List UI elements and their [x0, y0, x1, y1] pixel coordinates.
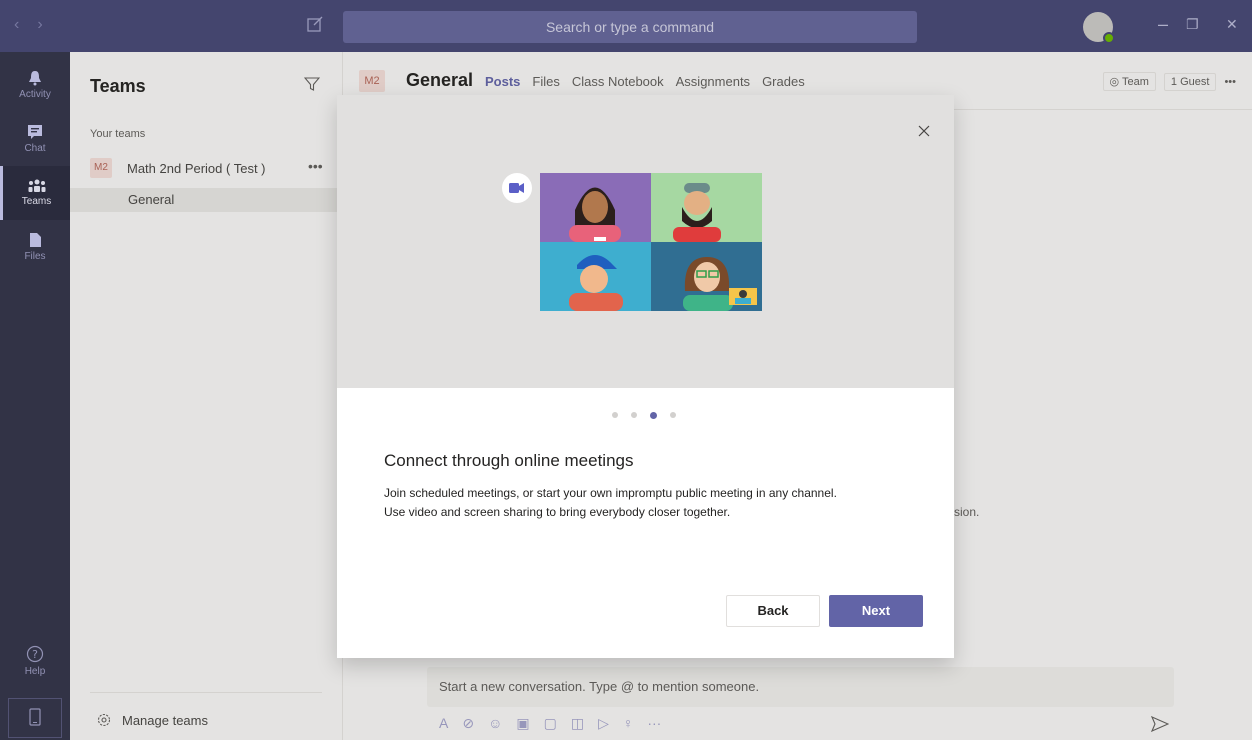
video-meeting-illustration [502, 173, 762, 311]
page-dot[interactable] [631, 412, 637, 418]
next-button[interactable]: Next [829, 595, 923, 627]
page-dot[interactable] [670, 412, 676, 418]
description-line-1: Join scheduled meetings, or start your o… [384, 486, 837, 500]
dialog-description: Join scheduled meetings, or start your o… [384, 484, 924, 522]
pagination-dots [612, 411, 676, 419]
onboarding-dialog: Connect through online meetings Join sch… [337, 95, 954, 658]
description-line-2: Use video and screen sharing to bring ev… [384, 505, 731, 519]
back-button[interactable]: Back [726, 595, 820, 627]
page-dot[interactable] [612, 412, 618, 418]
dialog-title: Connect through online meetings [384, 451, 634, 470]
page-dot-active[interactable] [650, 411, 657, 419]
close-icon[interactable] [918, 125, 930, 137]
hero-illustration-area [337, 95, 954, 388]
